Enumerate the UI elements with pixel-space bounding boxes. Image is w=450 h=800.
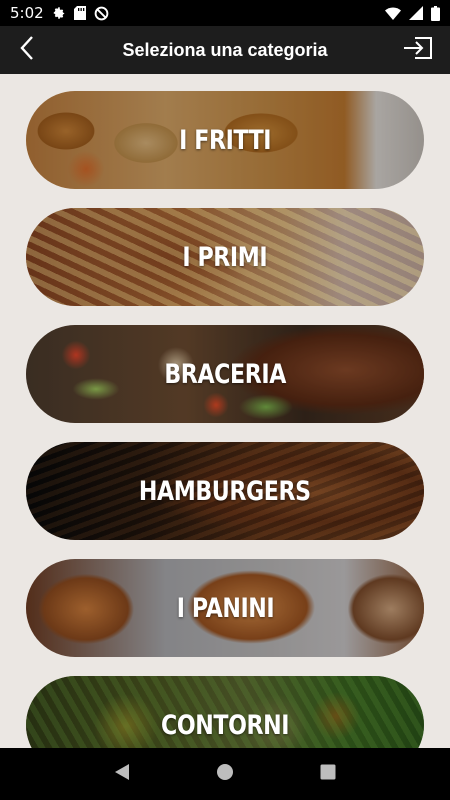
category-list-container[interactable]: I FRITTI I PRIMI BRACERIA HAMBURGERS I P… bbox=[0, 74, 450, 748]
category-card-braceria[interactable]: BRACERIA bbox=[26, 325, 424, 423]
category-label: I PRIMI bbox=[182, 241, 268, 273]
category-card-fritti[interactable]: I FRITTI bbox=[26, 91, 424, 189]
data-saver-icon bbox=[94, 6, 109, 21]
app-bar: Seleziona una categoria bbox=[0, 26, 450, 74]
category-label: I PANINI bbox=[176, 592, 274, 624]
status-right bbox=[385, 5, 440, 21]
sd-card-icon bbox=[73, 6, 86, 20]
status-left: 5:02 bbox=[10, 4, 109, 22]
nav-recents-button[interactable] bbox=[308, 754, 348, 794]
page-title: Seleziona una categoria bbox=[122, 39, 328, 60]
nav-back-button[interactable] bbox=[102, 754, 142, 794]
login-button[interactable] bbox=[400, 34, 436, 66]
category-card-panini[interactable]: I PANINI bbox=[26, 559, 424, 657]
category-label: I FRITTI bbox=[178, 124, 272, 156]
home-circle-icon bbox=[216, 763, 234, 785]
status-time: 5:02 bbox=[10, 4, 44, 22]
recents-square-icon bbox=[320, 764, 336, 784]
category-list: I FRITTI I PRIMI BRACERIA HAMBURGERS I P… bbox=[0, 74, 450, 748]
login-icon bbox=[403, 36, 433, 64]
system-nav-bar bbox=[0, 748, 450, 800]
nav-home-button[interactable] bbox=[205, 754, 245, 794]
status-bar: 5:02 bbox=[0, 0, 450, 26]
category-card-primi[interactable]: I PRIMI bbox=[26, 208, 424, 306]
gear-icon bbox=[52, 6, 66, 20]
category-label: CONTORNI bbox=[160, 709, 290, 741]
category-card-contorni[interactable]: CONTORNI bbox=[26, 676, 424, 748]
back-triangle-icon bbox=[114, 763, 130, 785]
back-button[interactable] bbox=[10, 34, 44, 66]
category-label: BRACERIA bbox=[164, 358, 286, 390]
battery-icon bbox=[431, 5, 440, 21]
signal-icon bbox=[409, 6, 423, 20]
wifi-icon bbox=[385, 6, 401, 20]
category-label: HAMBURGERS bbox=[139, 475, 311, 507]
category-card-hamburgers[interactable]: HAMBURGERS bbox=[26, 442, 424, 540]
chevron-left-icon bbox=[19, 35, 35, 65]
